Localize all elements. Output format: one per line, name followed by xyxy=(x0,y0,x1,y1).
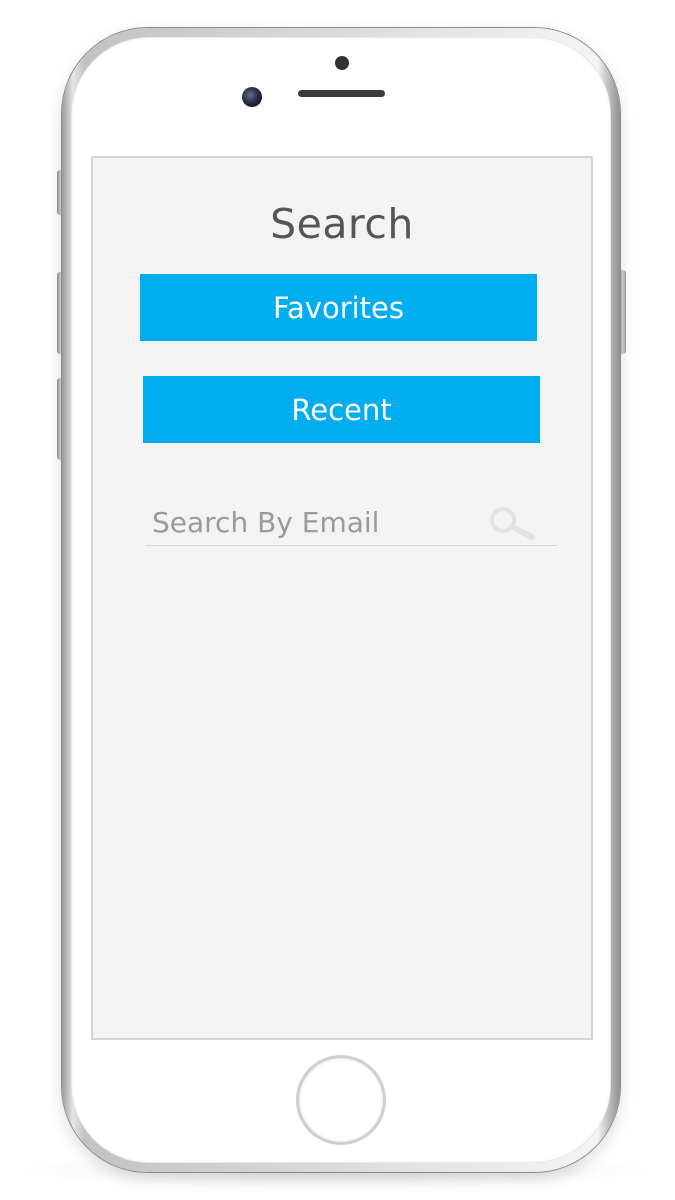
page-title: Search xyxy=(270,200,414,248)
email-search-input[interactable] xyxy=(152,503,472,541)
recent-button-label: Recent xyxy=(291,392,392,427)
recent-button[interactable]: Recent xyxy=(143,376,540,443)
favorites-button[interactable]: Favorites xyxy=(140,274,537,341)
front-camera-icon xyxy=(242,87,262,107)
home-button[interactable] xyxy=(299,1058,383,1142)
power-button xyxy=(619,270,626,354)
magnifier-icon[interactable] xyxy=(486,505,538,541)
search-field-container xyxy=(146,493,557,546)
app-screen: Search Favorites Recent xyxy=(91,156,593,1040)
favorites-button-label: Favorites xyxy=(273,290,404,325)
proximity-sensor xyxy=(335,56,349,70)
earpiece-speaker xyxy=(298,90,385,97)
